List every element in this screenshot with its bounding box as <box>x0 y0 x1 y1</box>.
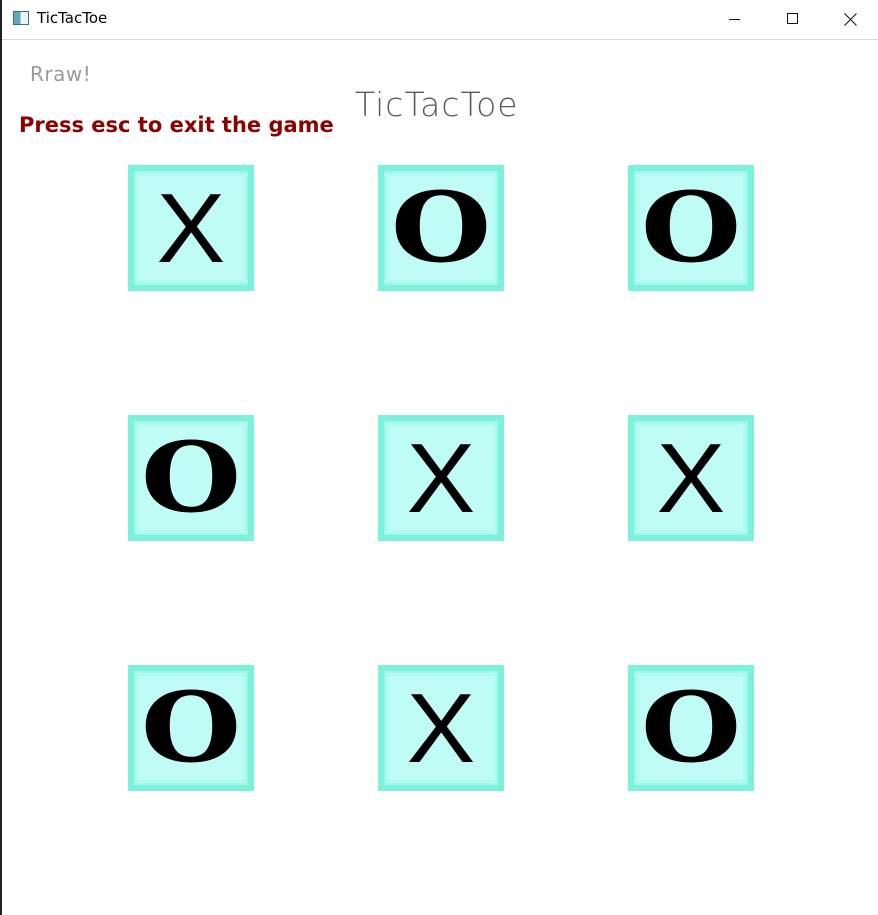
cell-mark: X <box>656 423 726 533</box>
game-board: X O O O X X O X O <box>128 165 756 791</box>
minimize-icon <box>729 19 740 20</box>
close-button[interactable] <box>822 0 878 39</box>
maximize-icon <box>787 13 798 24</box>
minimize-button[interactable] <box>706 0 764 39</box>
game-title: TicTacToe <box>355 85 519 124</box>
board-cell-3[interactable]: O <box>628 165 754 291</box>
board-cell-1[interactable]: X <box>128 165 254 291</box>
cell-mark: O <box>140 671 242 784</box>
cell-mark: O <box>640 671 742 784</box>
cell-mark: X <box>156 173 226 283</box>
board-cell-8[interactable]: X <box>378 665 504 791</box>
board-cell-9[interactable]: O <box>628 665 754 791</box>
cell-mark: X <box>406 673 476 783</box>
game-canvas[interactable]: Rraw! TicTacToe Press esc to exit the ga… <box>2 40 878 915</box>
cell-mark: O <box>390 171 492 284</box>
window-title: TicTacToe <box>37 9 108 27</box>
game-status-text: Rraw! <box>30 62 92 86</box>
cell-mark: O <box>640 171 742 284</box>
tictactoe-window: TicTacToe Rraw! TicTacToe Press esc to e… <box>0 0 878 915</box>
board-cell-4[interactable]: O <box>128 415 254 541</box>
close-icon <box>844 13 857 26</box>
app-window-icon <box>13 11 29 25</box>
maximize-button[interactable] <box>764 0 822 39</box>
title-bar[interactable]: TicTacToe <box>2 0 878 40</box>
board-cell-7[interactable]: O <box>128 665 254 791</box>
board-cell-2[interactable]: O <box>378 165 504 291</box>
board-cell-6[interactable]: X <box>628 415 754 541</box>
board-cell-5[interactable]: X <box>378 415 504 541</box>
cell-mark: X <box>406 423 476 533</box>
cell-mark: O <box>140 421 242 534</box>
exit-hint: Press esc to exit the game <box>19 113 334 137</box>
